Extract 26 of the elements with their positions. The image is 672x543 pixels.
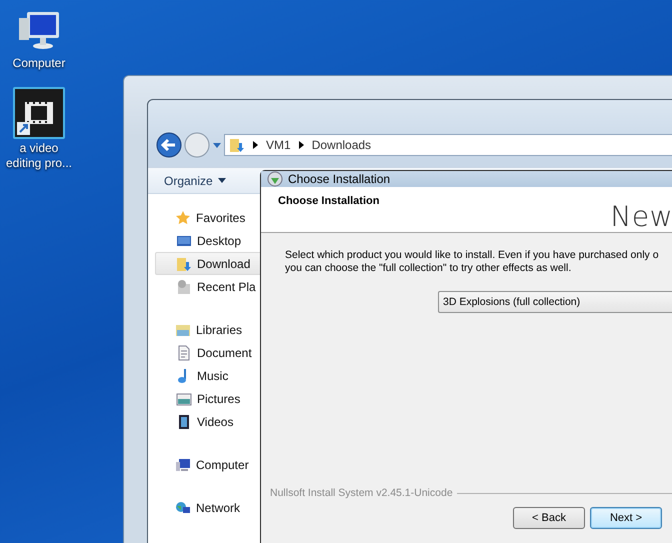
address-bar[interactable]: VM1 Downloads [224, 134, 672, 156]
breadcrumb-item[interactable]: Downloads [312, 138, 372, 152]
folder-download-icon [229, 137, 245, 153]
computer-icon [175, 456, 191, 472]
organize-button[interactable]: Organize [164, 174, 226, 188]
dialog-button[interactable]: < Back [513, 507, 585, 529]
globe-network-icon [175, 500, 191, 516]
dialog-button[interactable]: Next > [590, 507, 662, 529]
window-title: Choose Installation [288, 172, 390, 186]
page-heading: Choose Installation [277, 194, 380, 209]
picture-icon [176, 390, 192, 406]
desktop-icon-label: a video editing pro... [4, 141, 74, 171]
chevron-icon[interactable] [253, 141, 258, 149]
chevron-icon[interactable] [298, 141, 304, 149]
installer-version-text: Nullsoft Install System v2.45.1-Unicode [270, 487, 453, 499]
brand-logo-text: New [610, 199, 672, 232]
breadcrumb-item[interactable]: VM1 [266, 138, 291, 152]
folder-download-icon [176, 256, 192, 272]
star-icon [175, 210, 191, 226]
product-dropdown[interactable]: 3D Explosions (full collection) [438, 291, 672, 313]
instructions-text: you can choose the "full collection" to try other effects as well. [285, 262, 572, 275]
back-icon[interactable] [156, 132, 182, 158]
instructions-text: Select which product you would like to install. Even if you have purchased only o [285, 249, 660, 262]
desktop-icon-label: Computer [12, 56, 66, 71]
caret-icon[interactable] [218, 178, 226, 183]
document-icon [176, 344, 192, 360]
